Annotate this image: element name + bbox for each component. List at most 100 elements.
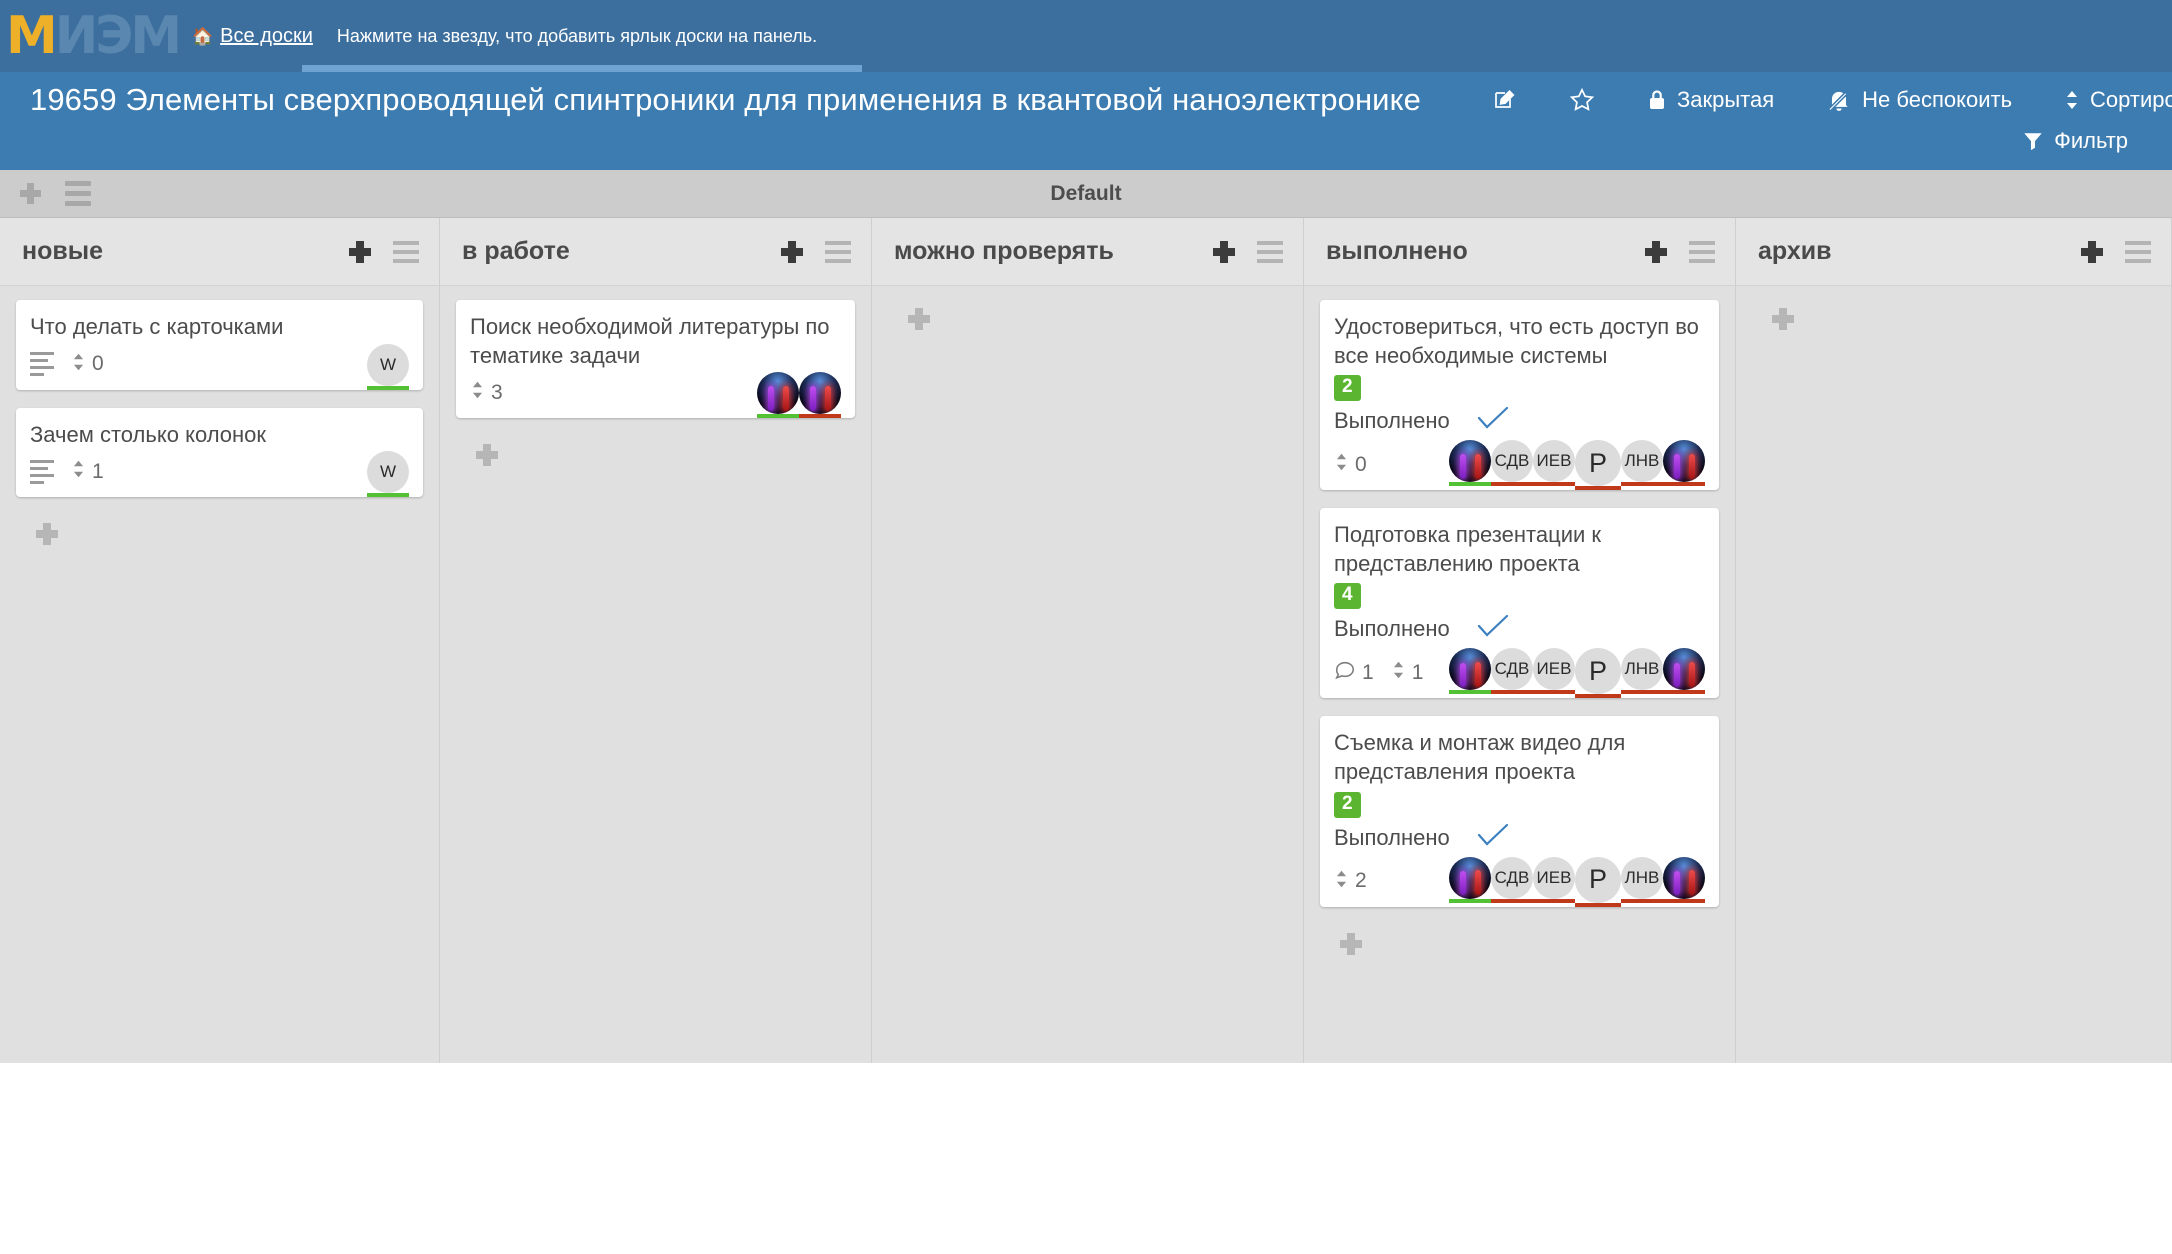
member-avatar-photo[interactable] — [1663, 440, 1705, 483]
plus-icon[interactable] — [476, 444, 498, 467]
priority-count: 3 — [470, 379, 503, 406]
card-title: Зачем столько колонок — [30, 421, 267, 447]
member-avatar-initials[interactable]: СДВ — [1491, 856, 1533, 899]
kanban-card[interactable]: Что делать с карточками 0 W — [16, 300, 423, 390]
kanban-card[interactable]: Съемка и монтаж видео для представления … — [1320, 716, 1719, 907]
filter-button[interactable]: Фильтр — [2006, 128, 2144, 154]
member-avatar-photo[interactable] — [799, 372, 841, 415]
sort-updown-icon — [1334, 451, 1349, 478]
column-card-list — [1736, 286, 2171, 1063]
column-add-card-icon[interactable] — [1645, 240, 1667, 263]
column-add-card-bottom[interactable] — [1752, 300, 2155, 330]
priority-count-value: 0 — [92, 352, 104, 376]
column-menu-icon[interactable] — [825, 240, 851, 263]
card-meta: 0 — [1334, 451, 1375, 490]
plus-icon[interactable] — [1340, 932, 1362, 955]
member-avatar-photo[interactable] — [1663, 856, 1705, 899]
board-column: в работе Поиск необходимой литературы по … — [440, 218, 872, 1063]
member-avatar-wrap: ИЕВ — [1533, 856, 1575, 907]
member-avatar-initials[interactable]: ИЕВ — [1533, 648, 1575, 691]
card-status-label: Выполнено — [1334, 408, 1450, 434]
member-avatar-photo[interactable] — [1449, 440, 1491, 483]
member-avatar-initials[interactable]: W — [367, 451, 409, 494]
notifications-mute-button[interactable]: Не беспокоить — [1800, 87, 2038, 113]
board-visibility-button[interactable]: Закрытая — [1621, 87, 1800, 113]
member-avatar-initials[interactable]: ИЕВ — [1533, 440, 1575, 483]
member-avatar-initials[interactable]: СДВ — [1491, 440, 1533, 483]
priority-count-value: 3 — [491, 380, 503, 404]
member-avatar-initials[interactable]: ИЕВ — [1533, 856, 1575, 899]
priority-count-value: 2 — [1355, 869, 1367, 893]
card-status-row: Выполнено — [1334, 612, 1705, 646]
member-avatar-wrap: СДВ — [1491, 648, 1533, 698]
member-status-bar — [757, 414, 799, 419]
column-header: можно проверять — [872, 218, 1303, 286]
priority-count: 0 — [1334, 451, 1367, 478]
column-title: выполнено — [1326, 237, 1468, 265]
priority-count: 1 — [71, 458, 104, 485]
member-avatar-photo[interactable] — [1663, 648, 1705, 691]
card-members-row: W — [367, 451, 409, 498]
kanban-card[interactable]: Поиск необходимой литературы по тематике… — [456, 300, 855, 419]
column-menu-icon[interactable] — [1257, 240, 1283, 263]
sort-button[interactable]: Сортировка — [2038, 87, 2172, 113]
active-tab-underline — [302, 65, 862, 72]
board-column: архив — [1736, 218, 2172, 1063]
member-avatar-initials[interactable]: ЛНВ — [1621, 648, 1663, 691]
column-title: архив — [1758, 237, 1832, 265]
column-header-actions — [349, 240, 419, 263]
column-add-card-bottom[interactable] — [888, 300, 1287, 330]
comment-count: 1 — [1334, 659, 1374, 686]
column-menu-icon[interactable] — [393, 240, 419, 263]
column-add-card-bottom[interactable] — [16, 515, 423, 546]
sort-updown-icon — [470, 379, 485, 406]
kanban-card[interactable]: Подготовка презентации к представлению п… — [1320, 508, 1719, 699]
board-visibility-label: Закрытая — [1676, 87, 1775, 112]
member-avatar-initials[interactable]: ЛНВ — [1621, 856, 1663, 899]
member-avatar-wrap — [1449, 856, 1491, 907]
column-add-card-icon[interactable] — [781, 240, 803, 263]
card-title: Съемка и монтаж видео для представления … — [1334, 730, 1626, 784]
member-status-bar — [1449, 690, 1491, 695]
column-add-card-icon[interactable] — [349, 240, 371, 263]
plus-icon[interactable] — [908, 308, 930, 330]
miem-logo[interactable]: МИЭМ — [6, 6, 182, 66]
member-avatar-initials[interactable]: Р — [1575, 856, 1621, 903]
member-avatar-initials[interactable]: Р — [1575, 648, 1621, 695]
member-avatar-initials[interactable]: W — [367, 343, 409, 386]
column-menu-icon[interactable] — [1689, 240, 1715, 263]
column-add-card-bottom[interactable] — [456, 436, 855, 467]
member-status-bar — [1621, 690, 1663, 695]
member-avatar-initials[interactable]: ЛНВ — [1621, 440, 1663, 483]
member-avatar-initials[interactable]: Р — [1575, 440, 1621, 487]
member-avatar-wrap — [1449, 648, 1491, 698]
member-avatar-initials[interactable]: СДВ — [1491, 648, 1533, 691]
kanban-card[interactable]: Удостовериться, что есть доступ во все н… — [1320, 300, 1719, 491]
kanban-card[interactable]: Зачем столько колонок 1 W — [16, 407, 423, 498]
member-avatar-photo[interactable] — [757, 372, 799, 415]
member-avatar-wrap: W — [367, 451, 409, 498]
column-add-card-icon[interactable] — [2081, 240, 2103, 263]
all-boards-link[interactable]: 🏠 Все доски — [192, 25, 313, 48]
plus-icon[interactable] — [36, 523, 58, 546]
column-header: выполнено — [1304, 218, 1735, 286]
edit-pencil-icon — [1493, 88, 1517, 112]
check-icon — [1476, 405, 1510, 437]
member-status-bar — [1575, 694, 1621, 699]
column-title: новые — [22, 237, 103, 265]
column-title: в работе — [462, 237, 570, 265]
member-avatar-photo[interactable] — [1449, 648, 1491, 691]
column-add-card-icon[interactable] — [1213, 240, 1235, 263]
member-status-bar — [1621, 898, 1663, 903]
edit-board-button[interactable] — [1467, 88, 1543, 112]
member-avatar-wrap: СДВ — [1491, 440, 1533, 490]
top-navigation-bar: МИЭМ 🏠 Все доски Нажмите на звезду, что … — [0, 0, 2172, 72]
plus-icon[interactable] — [1772, 308, 1794, 330]
column-menu-icon[interactable] — [2125, 240, 2151, 263]
home-icon: 🏠 — [192, 26, 214, 46]
sort-label: Сортировка — [2090, 87, 2172, 112]
favorite-star-button[interactable] — [1543, 87, 1621, 113]
member-status-bar — [1533, 482, 1575, 487]
member-avatar-photo[interactable] — [1449, 856, 1491, 899]
column-add-card-bottom[interactable] — [1320, 925, 1719, 955]
